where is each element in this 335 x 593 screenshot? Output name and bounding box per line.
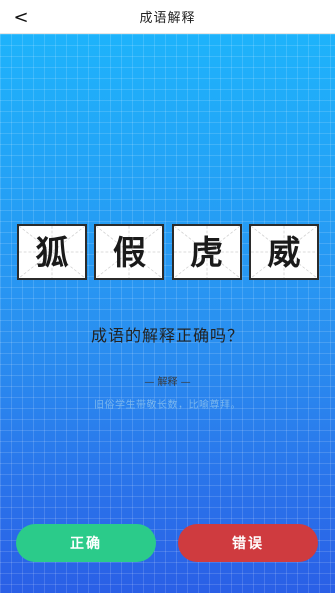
quiz-area: 狐 假 虎 威 成语的解释正确吗？ — 解释 — 旧俗学生带敬长数，比喻尊拜。 … <box>0 34 335 593</box>
idiom-char-tile-2: 假 <box>94 224 165 280</box>
correct-button[interactable]: 正确 <box>16 524 156 562</box>
explanation-text: 旧俗学生带敬长数，比喻尊拜。 <box>94 400 241 411</box>
explanation-heading: — 解释 — <box>144 377 191 388</box>
idiom-char: 狐 <box>35 232 69 272</box>
idiom-char-tile-3: 虎 <box>171 224 242 280</box>
wrong-button[interactable]: 错误 <box>178 524 318 562</box>
back-arrow-icon[interactable]: < <box>8 4 34 30</box>
idiom-char-tile-1: 狐 <box>17 224 87 280</box>
idiom-tiles: 狐 假 虎 威 <box>17 224 319 282</box>
idiom-char: 假 <box>112 232 146 272</box>
page-title: 成语解释 <box>139 11 196 26</box>
idiom-char: 虎 <box>190 232 224 272</box>
idiom-char: 威 <box>267 232 301 272</box>
top-bar: < 成语解释 <box>0 0 335 34</box>
question-text: 成语的解释正确吗？ <box>90 326 244 345</box>
idiom-char-tile-4: 威 <box>248 224 319 280</box>
